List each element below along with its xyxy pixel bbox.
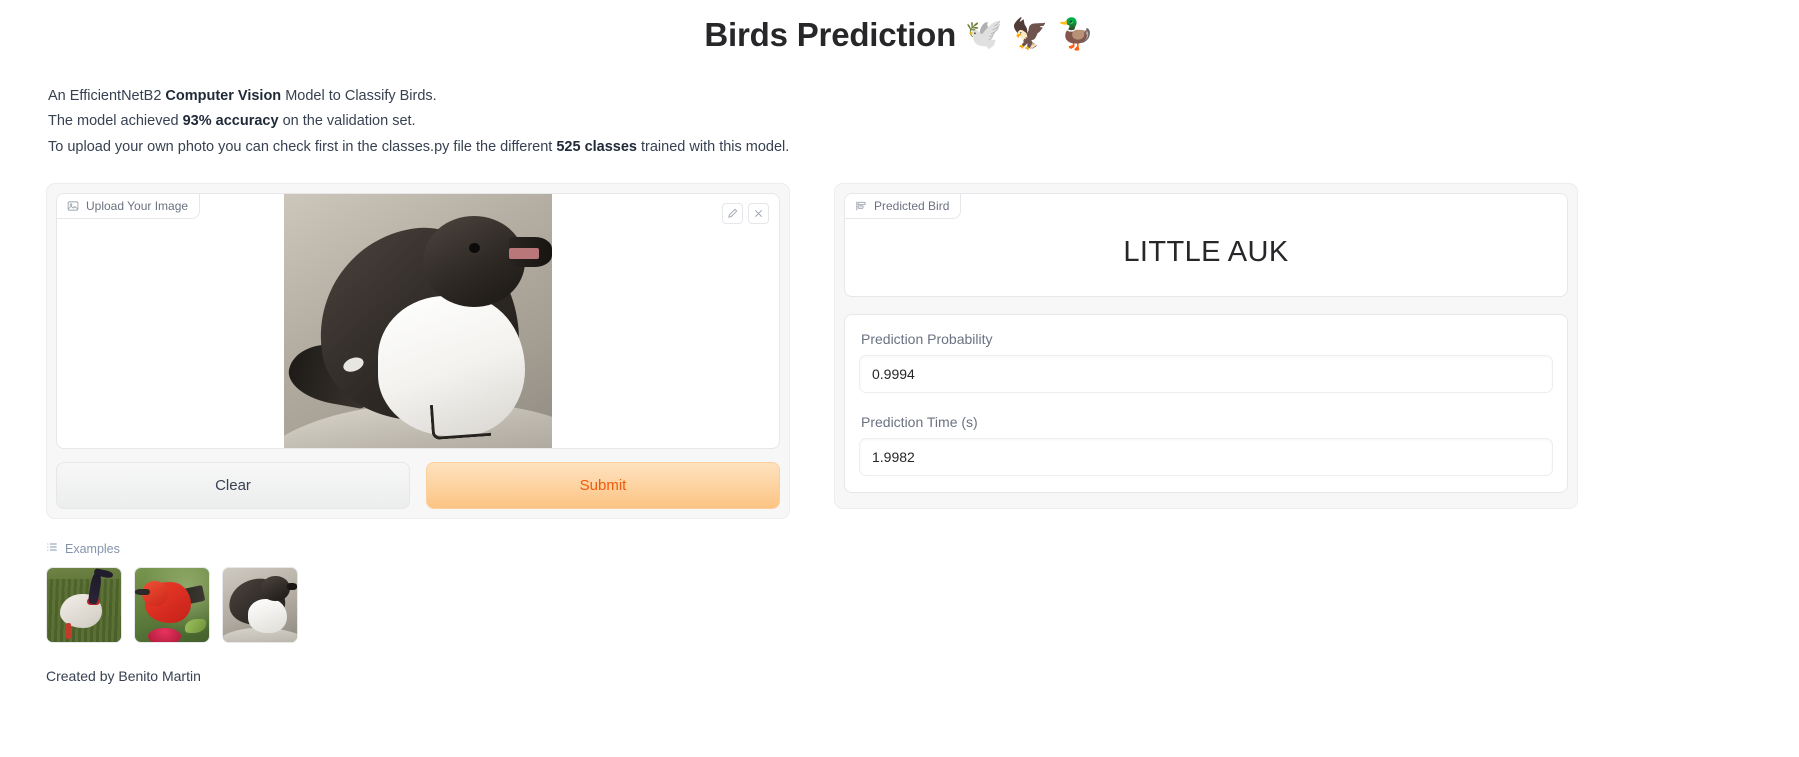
duck-emoji: 🦆 [1057,18,1095,52]
upload-block-label-text: Upload Your Image [86,199,189,214]
description-line-1-emphasis: Computer Vision [165,87,282,104]
output-panel: Predicted Bird LITTLE AUK Prediction Pro… [834,183,1578,510]
input-panel: Upload Your Image Clear Submit [46,183,790,520]
description-line-1-part-a: An EfficientNetB2 [48,87,166,104]
description-line-2-part-c: on the validation set. [278,113,416,130]
eagle-emoji: 🦅 [1011,18,1049,52]
examples-thumbnails [46,567,1799,644]
examples-header: Examples [46,541,1799,556]
probability-value[interactable]: 0.9994 [859,355,1553,394]
description-line-3-emphasis: 525 classes [556,138,637,155]
description-line-1: An EfficientNetB2 Computer Vision Model … [48,85,1799,108]
examples-label: Examples [65,541,120,556]
image-icon [67,200,79,212]
predicted-bird-card: Predicted Bird LITTLE AUK [844,193,1568,298]
label-icon [855,200,867,212]
probability-label: Prediction Probability [861,331,993,348]
description-line-3-part-c: trained with this model. [636,138,790,155]
description-line-3-part-a: To upload your own photo you can check f… [48,138,557,155]
probability-field: Prediction Probability 0.9994 [859,331,1553,394]
description-line-2-emphasis: 93% accuracy [182,113,279,130]
examples-section: Examples [46,541,1799,644]
clear-button[interactable]: Clear [56,462,410,510]
app-root: Birds Prediction 🕊️ 🦅 🦆 An EfficientNetB… [0,0,1799,757]
page-title: Birds Prediction 🕊️ 🦅 🦆 [0,0,1799,57]
page-title-text: Birds Prediction [704,16,957,53]
uploaded-image [57,194,779,449]
image-upload-card[interactable]: Upload Your Image [56,193,780,450]
description-line-1-part-c: Model to Classify Birds. [281,87,437,104]
description-line-2: The model achieved 93% accuracy on the v… [48,110,1799,133]
time-field: Prediction Time (s) 1.9982 [859,414,1553,477]
footer-credit: Created by Benito Martin [46,668,201,685]
prediction-details-card: Prediction Probability 0.9994 Prediction… [844,314,1568,494]
action-buttons: Clear Submit [56,462,780,510]
time-value[interactable]: 1.9982 [859,438,1553,477]
example-thumbnail[interactable] [46,567,122,644]
dove-emoji: 🕊️ [965,18,1003,52]
upload-block-label: Upload Your Image [57,194,201,220]
predicted-block-label: Predicted Bird [845,194,962,220]
image-toolbar [722,203,769,225]
list-icon [46,541,58,556]
main-content-row: Upload Your Image Clear Submit Predicted… [0,183,1799,520]
time-label: Prediction Time (s) [861,414,978,431]
app-description: An EfficientNetB2 Computer Vision Model … [48,85,1799,159]
predicted-block-label-text: Predicted Bird [874,199,950,214]
close-icon[interactable] [748,203,769,225]
description-line-3: To upload your own photo you can check f… [48,136,1799,159]
little-auk-photo [284,194,552,449]
edit-icon[interactable] [722,203,743,225]
description-line-2-part-a: The model achieved [48,113,183,130]
submit-button[interactable]: Submit [426,462,780,510]
predicted-bird-value: LITTLE AUK [1123,235,1289,268]
example-thumbnail[interactable] [222,567,298,644]
example-thumbnail[interactable] [134,567,210,644]
